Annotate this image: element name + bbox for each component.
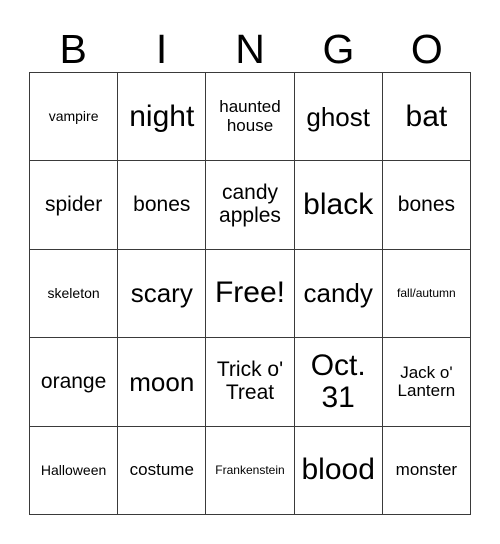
bingo-cell[interactable]: blood xyxy=(294,426,383,515)
bingo-free-cell[interactable]: Free! xyxy=(206,249,295,339)
bingo-header-letter-o: O xyxy=(410,26,443,72)
bingo-cell-label: scary xyxy=(130,278,193,309)
bingo-cell[interactable]: Trick o' Treat xyxy=(206,338,295,427)
bingo-cell-label: night xyxy=(129,99,195,133)
bingo-cell[interactable]: monster xyxy=(382,426,471,515)
bingo-cell-label: candy apples xyxy=(219,181,281,228)
bingo-cell[interactable]: Halloween xyxy=(30,426,119,515)
bingo-cell-label: skeleton xyxy=(47,284,100,301)
bingo-card: B I N G O vampire night haunted house gh… xyxy=(0,0,500,544)
bingo-cell[interactable]: bones xyxy=(118,161,207,250)
bingo-cell[interactable]: bones xyxy=(382,161,471,250)
bingo-cell[interactable]: haunted house xyxy=(206,73,295,162)
bingo-cell[interactable]: ghost xyxy=(294,73,383,162)
bingo-cell[interactable]: moon xyxy=(118,338,207,427)
bingo-header-letter-b: B xyxy=(59,26,87,72)
bingo-header-letter-i: I xyxy=(155,26,168,72)
bingo-cell[interactable]: fall/autumn xyxy=(382,249,471,339)
bingo-cell-label: black xyxy=(303,187,374,221)
bingo-cell-label: monster xyxy=(395,460,458,480)
bingo-cell[interactable]: Frankenstein xyxy=(206,426,295,515)
bingo-cell-label: Frankenstein xyxy=(215,462,285,477)
bingo-cell-label: vampire xyxy=(48,108,99,125)
bingo-header-row: B I N G O xyxy=(29,18,471,72)
bingo-header-letter-n: N xyxy=(235,26,265,72)
bingo-cell[interactable]: Jack o' Lantern xyxy=(382,338,471,427)
bingo-cell-label: orange xyxy=(40,369,107,393)
bingo-cell-label: fall/autumn xyxy=(397,286,456,301)
bingo-cell-label: Jack o' Lantern xyxy=(397,362,456,400)
bingo-cell-label: haunted house xyxy=(219,97,281,135)
bingo-cell[interactable]: candy xyxy=(294,249,383,339)
bingo-cell-label: costume xyxy=(129,460,194,480)
bingo-grid: vampire night haunted house ghost bat sp… xyxy=(29,72,471,515)
bingo-cell[interactable]: orange xyxy=(30,338,119,427)
bingo-cell-label: Trick o' Treat xyxy=(216,358,284,404)
bingo-free-cell-label: Free! xyxy=(214,276,285,310)
bingo-cell-label: ghost xyxy=(306,101,370,132)
bingo-cell-label: Halloween xyxy=(40,461,107,478)
bingo-cell[interactable]: spider xyxy=(30,161,119,250)
bingo-cell[interactable]: bat xyxy=(382,73,471,162)
bingo-cell-label: spider xyxy=(44,192,103,216)
bingo-cell-label: moon xyxy=(129,366,195,397)
bingo-cell[interactable]: night xyxy=(118,73,207,162)
bingo-cell-label: Oct. 31 xyxy=(310,348,366,414)
bingo-cell-label: bones xyxy=(397,192,455,216)
bingo-cell[interactable]: candy apples xyxy=(206,161,295,250)
bingo-cell-label: blood xyxy=(301,453,375,487)
bingo-cell[interactable]: skeleton xyxy=(30,249,119,339)
bingo-header-letter-g: G xyxy=(322,26,355,72)
bingo-cell[interactable]: Oct. 31 xyxy=(294,338,383,427)
bingo-cell-label: candy xyxy=(303,278,373,309)
bingo-cell[interactable]: costume xyxy=(118,426,207,515)
bingo-cell[interactable]: vampire xyxy=(30,73,119,162)
bingo-cell[interactable]: black xyxy=(294,161,383,250)
bingo-cell[interactable]: scary xyxy=(118,249,207,339)
bingo-cell-label: bat xyxy=(405,99,448,133)
bingo-cell-label: bones xyxy=(133,192,191,216)
